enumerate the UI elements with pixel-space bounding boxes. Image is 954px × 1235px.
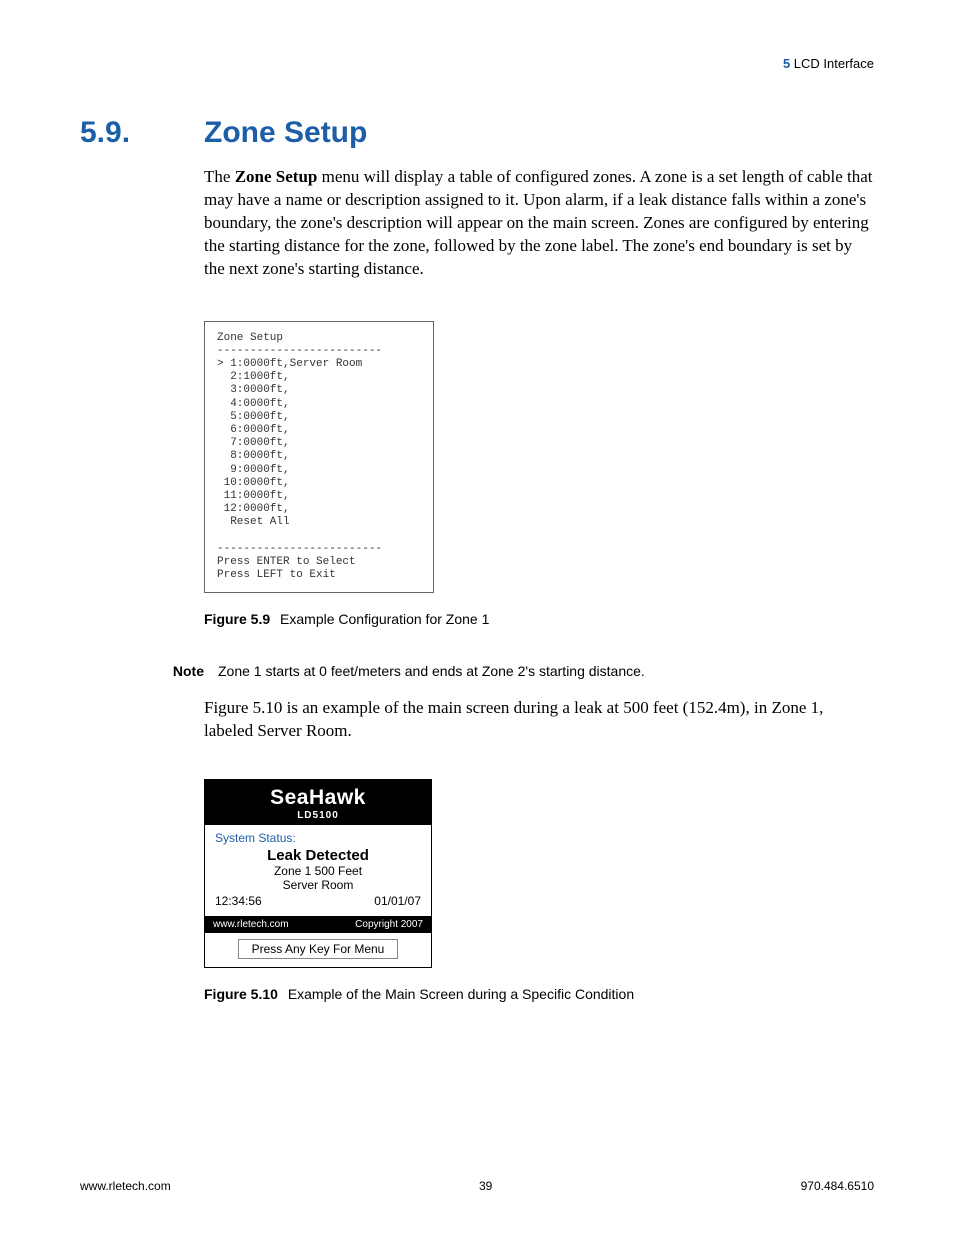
- zs-line: 8:0000ft,: [217, 450, 290, 462]
- alert-text: Leak Detected: [215, 847, 421, 864]
- note-label: Note: [164, 663, 204, 679]
- fig59-text: Example Configuration for Zone 1: [280, 611, 489, 627]
- datetime-row: 12:34:56 01/01/07: [215, 894, 421, 908]
- zs-line: Reset All: [217, 516, 290, 528]
- footer-center: 39: [479, 1179, 492, 1193]
- zs-rule: -------------------------: [217, 345, 382, 357]
- footer-right: 970.484.6510: [801, 1179, 874, 1193]
- fig510-label: Figure 5.10: [204, 986, 278, 1002]
- paragraph-1: The Zone Setup menu will display a table…: [204, 166, 874, 281]
- p1-lead: The: [204, 167, 235, 186]
- section-heading: 5.9. Zone Setup: [80, 116, 874, 150]
- device-header: SeaHawk LD5100: [205, 780, 431, 825]
- note-row: Note Zone 1 starts at 0 feet/meters and …: [164, 663, 874, 679]
- zone-line: Zone 1 500 Feet: [215, 864, 421, 878]
- page-footer: www.rletech.com 39 970.484.6510: [80, 1179, 874, 1193]
- device-model: LD5100: [205, 810, 431, 821]
- device-time: 12:34:56: [215, 894, 262, 908]
- footer-left: www.rletech.com: [80, 1179, 171, 1193]
- zs-line: 9:0000ft,: [217, 464, 290, 476]
- fig59-label: Figure 5.9: [204, 611, 270, 627]
- zs-line: 7:0000ft,: [217, 437, 290, 449]
- device-url: www.rletech.com: [213, 919, 289, 930]
- paragraph-2: Figure 5.10 is an example of the main sc…: [204, 697, 874, 743]
- zs-line: 2:1000ft,: [217, 371, 290, 383]
- system-status-label: System Status:: [215, 831, 421, 845]
- p1-bold: Zone Setup: [235, 167, 318, 186]
- zs-rule2: -------------------------: [217, 543, 382, 555]
- fig510-text: Example of the Main Screen during a Spec…: [288, 986, 634, 1002]
- section-title: Zone Setup: [204, 116, 367, 150]
- section-number: 5.9.: [80, 116, 180, 150]
- chapter-title: LCD Interface: [794, 56, 874, 71]
- page: 5 LCD Interface 5.9. Zone Setup The Zone…: [0, 0, 954, 1235]
- room-line: Server Room: [215, 878, 421, 892]
- zs-line: 11:0000ft,: [217, 490, 290, 502]
- zs-footer1: Press ENTER to Select: [217, 556, 356, 568]
- running-header: 5 LCD Interface: [783, 56, 874, 71]
- zs-line: 3:0000ft,: [217, 384, 290, 396]
- note-text: Zone 1 starts at 0 feet/meters and ends …: [218, 663, 645, 679]
- device-footer-bar: www.rletech.com Copyright 2007: [205, 916, 431, 933]
- zs-line: 5:0000ft,: [217, 411, 290, 423]
- zs-footer2: Press LEFT to Exit: [217, 569, 336, 581]
- figure-5-10-device: SeaHawk LD5100 System Status: Leak Detec…: [204, 779, 432, 968]
- zs-line: 6:0000ft,: [217, 424, 290, 436]
- device-body: System Status: Leak Detected Zone 1 500 …: [205, 825, 431, 916]
- zs-line: > 1:0000ft,Server Room: [217, 358, 362, 370]
- figure-5-10-caption: Figure 5.10 Example of the Main Screen d…: [204, 986, 874, 1002]
- zs-line: 12:0000ft,: [217, 503, 290, 515]
- chapter-number: 5: [783, 56, 790, 71]
- figure-5-9-caption: Figure 5.9 Example Configuration for Zon…: [204, 611, 874, 627]
- zs-line: 4:0000ft,: [217, 398, 290, 410]
- zs-title: Zone Setup: [217, 332, 283, 344]
- figure-5-9-screen: Zone Setup ------------------------- > 1…: [204, 321, 434, 594]
- device-copyright: Copyright 2007: [355, 919, 423, 930]
- menu-hint-button: Press Any Key For Menu: [238, 939, 398, 959]
- zs-line: 10:0000ft,: [217, 477, 290, 489]
- device-brand: SeaHawk: [205, 786, 431, 810]
- device-date: 01/01/07: [374, 894, 421, 908]
